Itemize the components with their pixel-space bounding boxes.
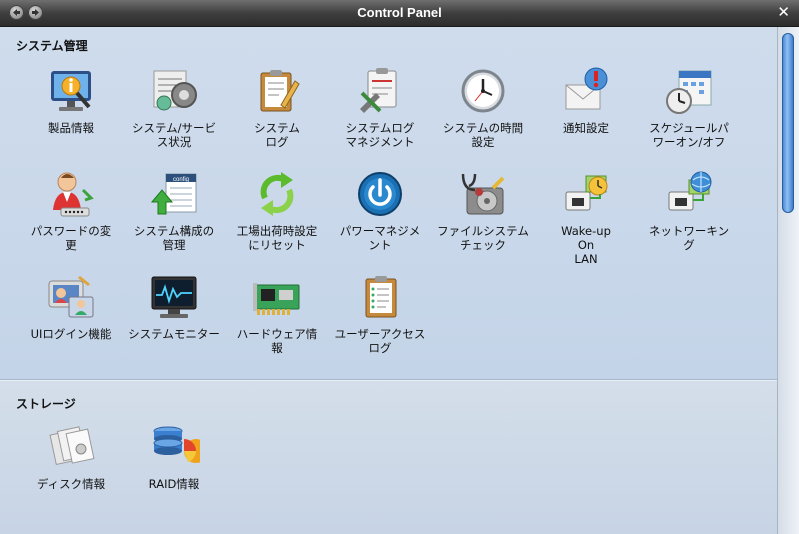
- item-label: パスワードの変 更: [30, 224, 112, 252]
- item-label: 製品情報: [48, 121, 94, 135]
- control-panel-item[interactable]: UIログイン機能: [21, 271, 121, 341]
- section-title: ストレージ: [16, 397, 76, 411]
- clock-icon: [461, 69, 505, 113]
- control-panel-item[interactable]: ハードウェア情 報: [227, 271, 327, 355]
- section-system-management: システム管理 製品情報 システム/サービ ス状況 システム ログ システムログ マネジ…: [0, 27, 778, 380]
- system-service-status-icon: [153, 70, 197, 111]
- svg-text:config: config: [173, 177, 189, 183]
- notification-icon: [565, 67, 608, 110]
- control-panel-window: Control Panel ✕ システム管理 製品情報 システム/サービ ス状況シ…: [0, 0, 799, 534]
- item-label: ディスク情報: [36, 477, 106, 491]
- control-panel-item[interactable]: パスワードの変 更: [21, 168, 121, 252]
- control-panel-item[interactable]: ネットワーキン グ: [639, 168, 739, 252]
- control-panel-item[interactable]: RAID情報: [124, 421, 224, 491]
- window-title: Control Panel: [357, 5, 442, 20]
- control-panel-item[interactable]: システムモニター: [124, 271, 224, 341]
- control-panel-item[interactable]: システムログ マネジメント: [330, 65, 430, 149]
- item-label: ファイルシステム チェック: [437, 224, 529, 252]
- ui-login-icon: [48, 275, 94, 318]
- control-panel-item[interactable]: Wake-up On LAN: [536, 168, 636, 266]
- title-bar: Control Panel ✕: [0, 0, 799, 27]
- item-label: ハードウェア情 報: [236, 327, 318, 355]
- item-label: システム構成の 管理: [133, 224, 215, 252]
- item-label: スケジュールパ ワーオン/オフ: [649, 121, 729, 149]
- control-panel-item[interactable]: 製品情報: [21, 65, 121, 135]
- control-panel-item[interactable]: システム/サービ ス状況: [124, 65, 224, 149]
- filesystem-check-icon: [461, 173, 505, 215]
- control-panel-item[interactable]: ユーザーアクセス ログ: [330, 271, 430, 355]
- section-title: システム管理: [16, 39, 88, 53]
- control-panel-item[interactable]: ファイルシステム チェック: [433, 168, 533, 252]
- item-label: UIログイン機能: [30, 327, 112, 341]
- item-label: システムモニター: [128, 327, 220, 341]
- content-area: システム管理 製品情報 システム/サービ ス状況 システム ログ システムログ マネジ…: [0, 27, 778, 534]
- power-icon: [358, 172, 402, 216]
- vertical-scrollbar[interactable]: [777, 27, 799, 534]
- user-access-log-icon: [365, 276, 397, 318]
- control-panel-item[interactable]: システム ログ: [227, 65, 327, 149]
- item-label: パワーマネジメ ント: [339, 224, 421, 252]
- system-monitor-icon: [151, 276, 197, 318]
- disk-info-icon: [49, 426, 95, 466]
- item-label: 通知設定: [563, 121, 609, 135]
- control-panel-item[interactable]: スケジュールパ ワーオン/オフ: [639, 65, 739, 149]
- schedule-power-icon: [666, 70, 712, 114]
- control-panel-item[interactable]: パワーマネジメ ント: [330, 168, 430, 252]
- scrollbar-thumb[interactable]: [782, 33, 794, 213]
- item-label: ユーザーアクセス ログ: [334, 327, 426, 355]
- item-label: ネットワーキン グ: [648, 224, 730, 252]
- item-label: システムログ マネジメント: [345, 121, 415, 149]
- factory-reset-icon: [260, 172, 294, 216]
- config-management-icon: config: [150, 173, 197, 215]
- control-panel-item[interactable]: config システム構成の 管理: [124, 168, 224, 252]
- password-change-icon: [53, 172, 94, 217]
- control-panel-item[interactable]: システムの時間 設定: [433, 65, 533, 149]
- item-label: システムの時間 設定: [442, 121, 524, 149]
- system-log-management-icon: [360, 68, 397, 113]
- wake-on-lan-icon: [565, 175, 608, 211]
- item-label: システム ログ: [254, 121, 300, 149]
- control-panel-item[interactable]: 通知設定: [536, 65, 636, 135]
- item-label: 工場出荷時設定 にリセット: [236, 224, 318, 252]
- hardware-info-icon: [253, 283, 300, 315]
- control-panel-item[interactable]: ディスク情報: [21, 421, 121, 491]
- product-info-icon: [51, 71, 91, 111]
- close-button[interactable]: ✕: [777, 4, 790, 20]
- control-panel-item[interactable]: 工場出荷時設定 にリセット: [227, 168, 327, 252]
- item-label: RAID情報: [148, 477, 200, 491]
- raid-info-icon: [153, 426, 200, 464]
- system-log-icon: [260, 70, 300, 112]
- item-label: Wake-up On LAN: [561, 224, 611, 266]
- section-storage: ストレージ ディスク情報 RAID情報: [0, 380, 778, 534]
- item-label: システム/サービ ス状況: [131, 121, 217, 149]
- networking-icon: [668, 171, 712, 211]
